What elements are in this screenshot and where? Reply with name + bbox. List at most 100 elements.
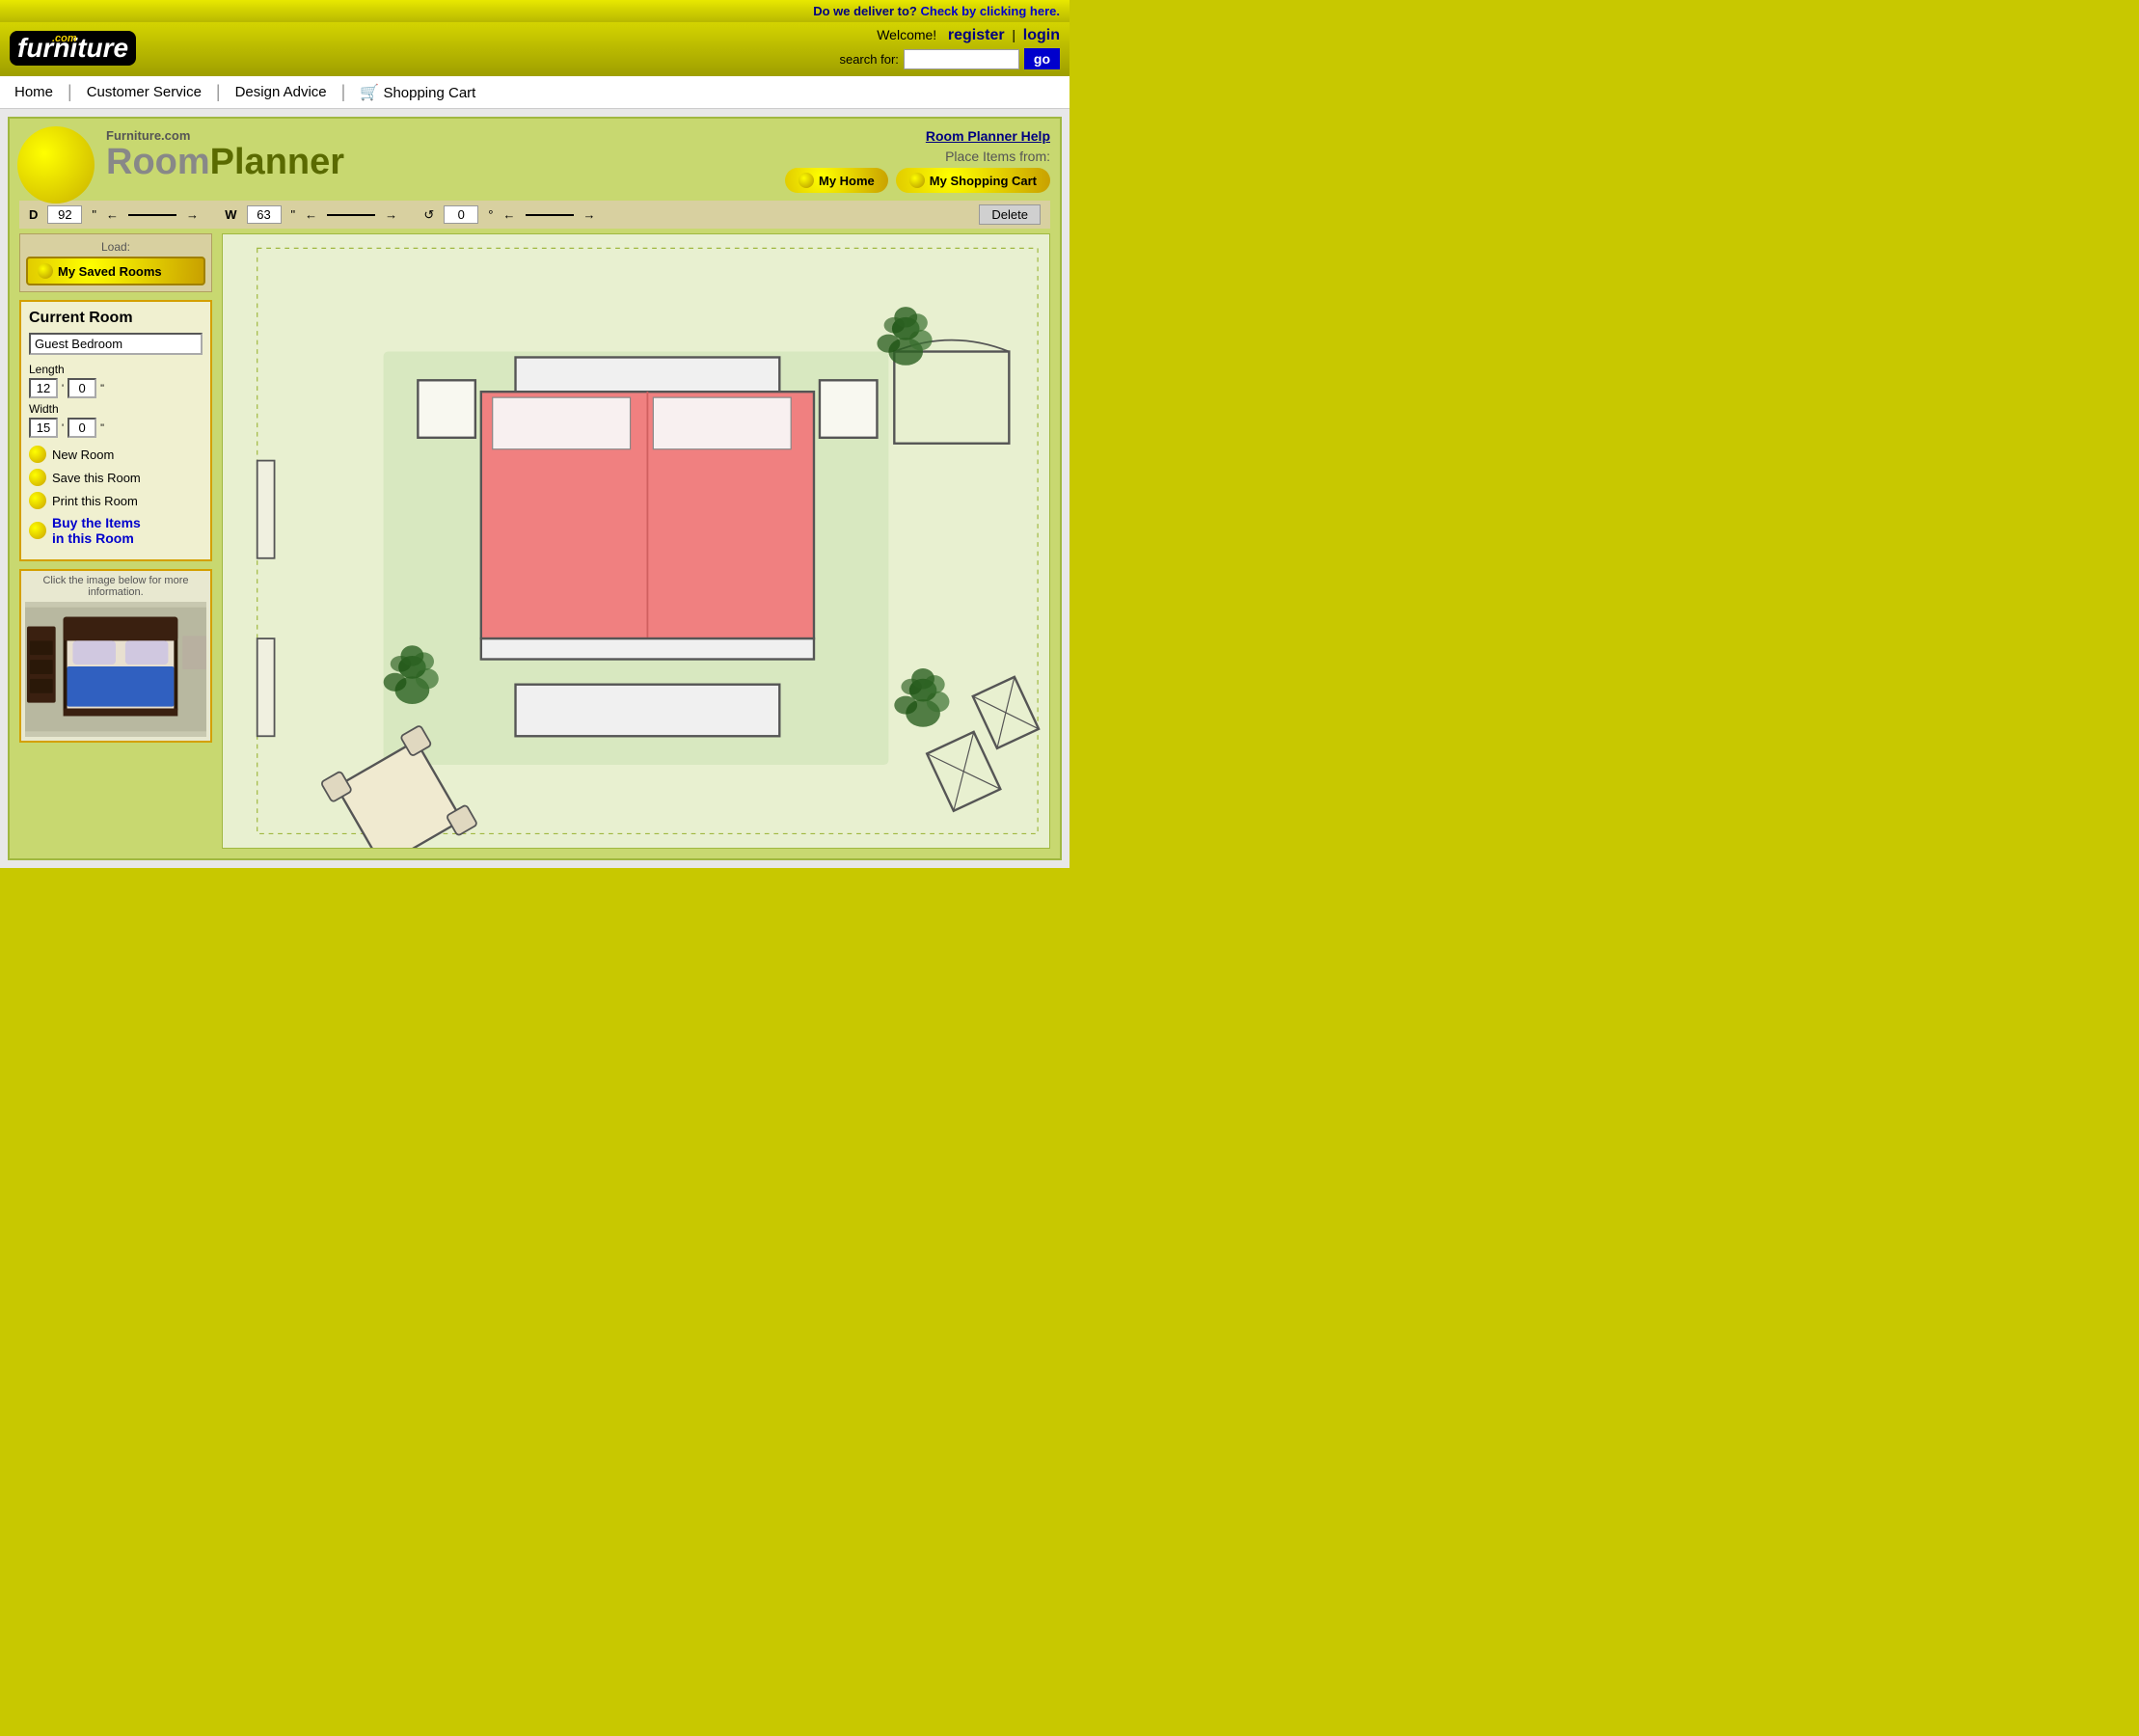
register-link[interactable]: register xyxy=(948,27,1005,43)
delete-button[interactable]: Delete xyxy=(979,204,1041,225)
print-room-action[interactable]: Print this Room xyxy=(29,492,203,509)
nav-home[interactable]: Home xyxy=(14,84,68,100)
d-left-arrow: ← xyxy=(106,207,119,222)
header: .com furniture Welcome! register | login… xyxy=(0,22,1070,74)
rot-unit: ° xyxy=(488,207,493,222)
width-row: Width ' " xyxy=(29,402,203,438)
left-panel: Load: My Saved Rooms Current Room Length xyxy=(19,233,212,849)
my-shopping-cart-button[interactable]: My Shopping Cart xyxy=(896,168,1050,193)
w-ruler xyxy=(327,214,375,216)
print-room-label: Print this Room xyxy=(52,494,138,508)
my-cart-icon xyxy=(909,173,925,188)
search-input[interactable] xyxy=(904,49,1019,69)
nav-shopping-cart[interactable]: 🛒 Shopping Cart xyxy=(345,83,490,102)
buy-items-action[interactable]: Buy the Itemsin this Room xyxy=(29,515,203,546)
room-name-input[interactable] xyxy=(29,333,203,355)
rot-right-arrow: → xyxy=(583,207,596,222)
room-canvas[interactable] xyxy=(222,233,1050,849)
rotate-icon: ↺ xyxy=(423,207,434,223)
length-fields: ' " xyxy=(29,378,203,398)
w-right-arrow: → xyxy=(385,207,397,222)
welcome-text: Welcome! xyxy=(877,27,936,42)
login-link[interactable]: login xyxy=(1023,27,1060,43)
buy-items-icon xyxy=(29,522,46,539)
d-ruler xyxy=(128,214,176,216)
planner-container: Furniture.com RoomPlanner Room Planner H… xyxy=(8,117,1062,860)
d-right-arrow: → xyxy=(186,207,199,222)
furniture-preview: Click the image below for more informati… xyxy=(19,569,212,743)
planner-header: Furniture.com RoomPlanner Room Planner H… xyxy=(19,128,1050,193)
room-planner-help-link[interactable]: Room Planner Help xyxy=(785,128,1050,144)
my-cart-label: My Shopping Cart xyxy=(930,174,1037,188)
room-actions: New Room Save this Room Print this Room xyxy=(29,446,203,546)
save-room-icon xyxy=(29,469,46,486)
planner-text: Planner xyxy=(210,142,344,182)
w-input[interactable] xyxy=(247,205,282,224)
pipe: | xyxy=(1012,27,1015,42)
buy-items-label: Buy the Itemsin this Room xyxy=(52,515,141,546)
logo-box: .com furniture xyxy=(10,31,136,66)
go-button[interactable]: go xyxy=(1024,48,1060,69)
planner-right-header: Room Planner Help Place Items from: My H… xyxy=(785,128,1050,193)
print-room-icon xyxy=(29,492,46,509)
nav-customer-service[interactable]: Customer Service xyxy=(72,84,216,100)
d-input[interactable] xyxy=(47,205,82,224)
width-in-input[interactable] xyxy=(68,418,96,438)
planner-furniture-com: Furniture.com xyxy=(106,128,344,143)
logo-area: .com furniture xyxy=(10,31,140,66)
saved-rooms-icon xyxy=(38,263,53,279)
width-label: Width xyxy=(29,402,203,416)
my-home-icon xyxy=(799,173,814,188)
length-in-input[interactable] xyxy=(68,378,96,398)
preview-image-container[interactable] xyxy=(25,602,206,737)
rot-input[interactable] xyxy=(444,205,478,224)
save-room-label: Save this Room xyxy=(52,471,141,485)
my-saved-rooms-button[interactable]: My Saved Rooms xyxy=(26,257,205,285)
search-row: search for: go xyxy=(839,48,1060,69)
new-room-action[interactable]: New Room xyxy=(29,446,203,463)
welcome-row: Welcome! register | login xyxy=(839,27,1060,44)
load-section: Load: My Saved Rooms xyxy=(19,233,212,292)
new-room-icon xyxy=(29,446,46,463)
width-fields: ' " xyxy=(29,418,203,438)
planner-title: RoomPlanner xyxy=(106,143,344,183)
place-items-label: Place Items from: xyxy=(785,149,1050,164)
yellow-circle-logo xyxy=(17,126,95,203)
length-label: Length xyxy=(29,363,203,376)
saved-rooms-label: My Saved Rooms xyxy=(58,264,162,279)
my-home-button[interactable]: My Home xyxy=(785,168,888,193)
planner-body: Load: My Saved Rooms Current Room Length xyxy=(19,233,1050,849)
load-label: Load: xyxy=(26,240,205,254)
header-right: Welcome! register | login search for: go xyxy=(839,27,1060,69)
check-delivery-link[interactable]: Check by clicking here. xyxy=(920,4,1060,18)
preview-hint: Click the image below for more informati… xyxy=(25,575,206,598)
search-label: search for: xyxy=(839,52,898,67)
length-row: Length ' " xyxy=(29,363,203,398)
room-text: Room xyxy=(106,142,210,182)
place-items-buttons: My Home My Shopping Cart xyxy=(785,168,1050,193)
deliver-text: Do we deliver to? xyxy=(813,4,917,18)
d-unit: " xyxy=(92,207,96,222)
nav-bar: Home | Customer Service | Design Advice … xyxy=(0,74,1070,109)
w-label: W xyxy=(225,207,236,222)
length-ft-input[interactable] xyxy=(29,378,58,398)
top-bar: Do we deliver to? Check by clicking here… xyxy=(0,0,1070,22)
cart-icon: 🛒 xyxy=(360,85,379,101)
rot-left-arrow: ← xyxy=(503,207,516,222)
width-ft-input[interactable] xyxy=(29,418,58,438)
room-svg xyxy=(223,234,1049,848)
w-unit: " xyxy=(291,207,296,222)
logo-dot-com: .com xyxy=(52,34,77,44)
my-home-label: My Home xyxy=(819,174,875,188)
current-room-box: Current Room Length ' " Width xyxy=(19,300,212,561)
main-content: Furniture.com RoomPlanner Room Planner H… xyxy=(0,109,1070,868)
current-room-title: Current Room xyxy=(29,310,203,327)
new-room-label: New Room xyxy=(52,448,114,462)
save-room-action[interactable]: Save this Room xyxy=(29,469,203,486)
planner-logo-wrapper: Furniture.com RoomPlanner xyxy=(106,128,344,183)
bed-preview-svg xyxy=(25,607,206,732)
d-label: D xyxy=(29,207,38,222)
nav-cart-label: Shopping Cart xyxy=(383,85,475,101)
w-left-arrow: ← xyxy=(305,207,317,222)
nav-design-advice[interactable]: Design Advice xyxy=(221,84,341,100)
